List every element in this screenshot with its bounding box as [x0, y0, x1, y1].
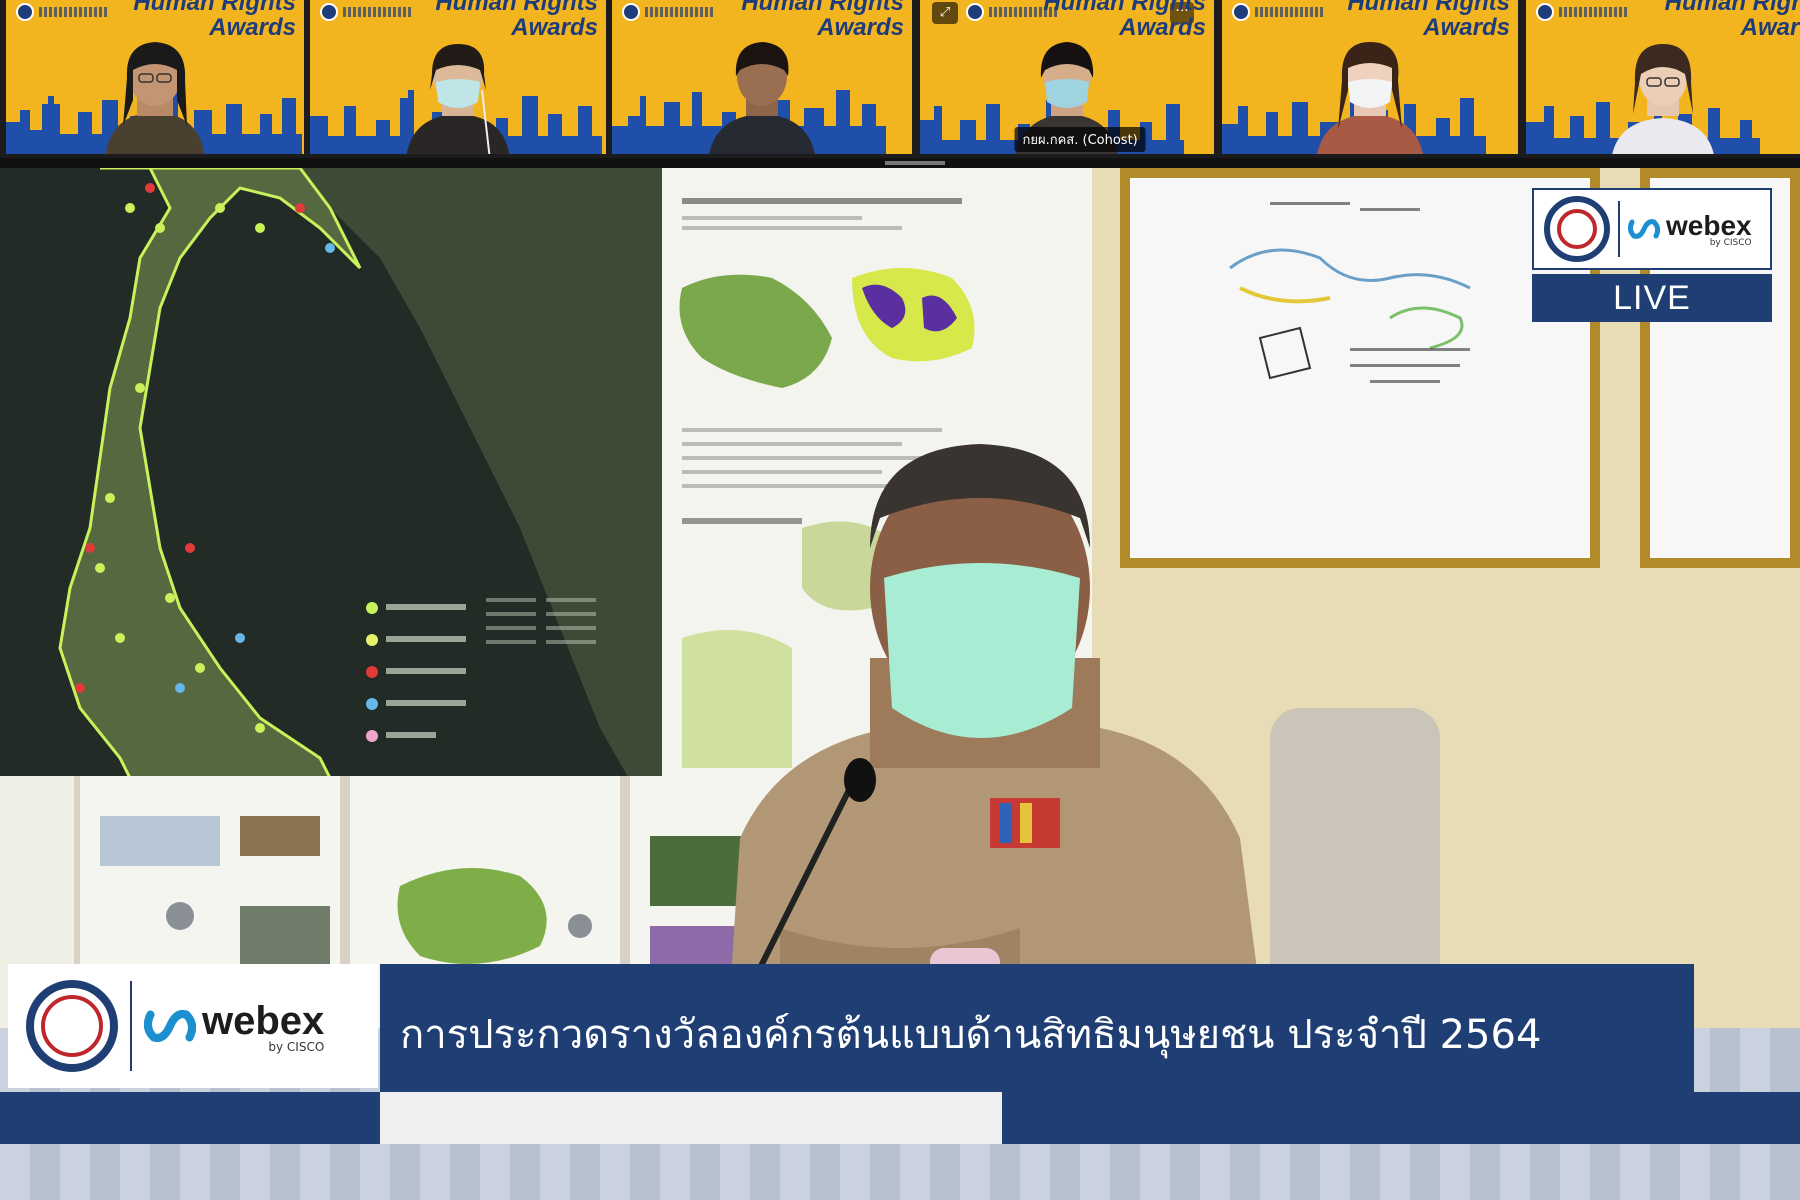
participant-video — [709, 42, 815, 154]
participant-video — [1317, 42, 1423, 154]
participant-tile[interactable]: Human RightAward — [1526, 0, 1800, 154]
participant-tile[interactable]: Human Rights Awards — [6, 0, 304, 154]
lower-third-banner: webex by CISCO การประกวดรางวัลองค์กรต้นแ… — [0, 964, 1800, 1144]
expand-icon[interactable]: ⤢ — [932, 2, 958, 24]
participant-video — [406, 44, 510, 154]
participant-tile-cohost[interactable]: ⤢ ··· Human Rights Awards กยผ.กคส. (Cohos… — [920, 0, 1214, 154]
department-logo — [320, 3, 413, 21]
live-badge: webex by CISCO LIVE — [1532, 188, 1772, 322]
event-title: การประกวดรางวัลองค์กรต้นแบบด้านสิทธิมนุษ… — [400, 1012, 1542, 1058]
strip-resize-handle[interactable] — [885, 161, 945, 165]
subtitle-box — [380, 1092, 1002, 1144]
department-logo — [1536, 3, 1629, 21]
webex-logo: webex by CISCO — [1628, 210, 1752, 248]
webex-icon — [144, 1010, 196, 1042]
department-logo — [622, 3, 715, 21]
participant-name-label: กยผ.กคส. (Cohost) — [1014, 127, 1146, 152]
department-seal-icon — [26, 980, 118, 1072]
department-logo — [16, 3, 109, 21]
webex-logo: webex by CISCO — [144, 999, 324, 1054]
department-logo — [1232, 3, 1325, 21]
participant-tile[interactable]: Human Rights Awards — [612, 0, 912, 154]
participant-video — [105, 42, 205, 154]
department-seal-icon — [1544, 196, 1610, 262]
participant-tile[interactable]: Human Rights Awards — [1222, 0, 1518, 154]
webex-icon — [1628, 219, 1660, 239]
participant-strip: Human RightsAwards Human RightsAwards — [0, 0, 1800, 158]
live-status: LIVE — [1532, 274, 1772, 322]
chair — [1270, 708, 1440, 1008]
participant-video — [1612, 44, 1714, 154]
main-video: webex by CISCO LIVE webex by CISCO การปร… — [0, 168, 1800, 1200]
map-poster — [0, 168, 680, 800]
title-bar: การประกวดรางวัลองค์กรต้นแบบด้านสิทธิมนุษ… — [380, 964, 1694, 1092]
participant-tile[interactable]: Human Rights Awards — [310, 0, 606, 154]
lower-third-logos: webex by CISCO — [8, 964, 378, 1088]
